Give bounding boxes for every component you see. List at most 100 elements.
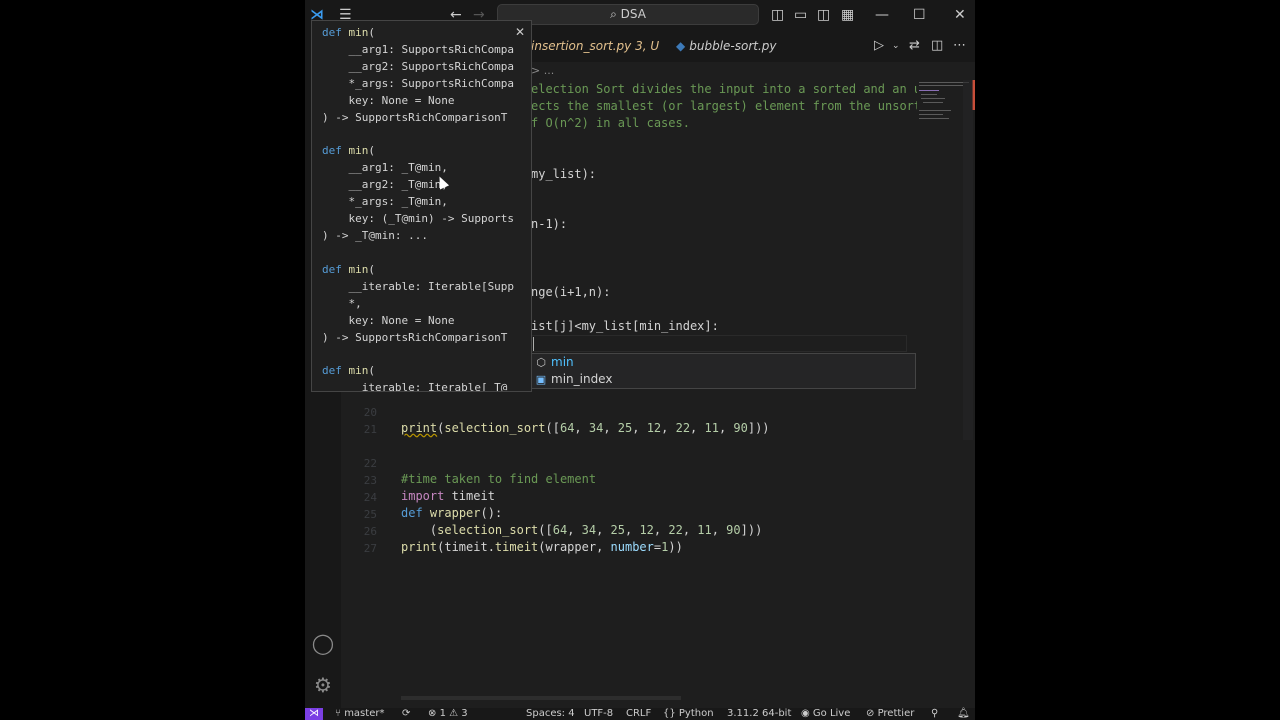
overload-line: key: None = None [322,94,455,107]
error-icon: ⊗ [428,708,440,719]
git-branch-icon: ⑂ [335,708,345,719]
horizontal-scrollbar[interactable] [401,696,681,700]
overload-line: __iterable: Iterable[Supp [322,280,515,293]
suggestion-label: min_index [551,372,613,386]
overload-line: __arg1: SupportsRichCompa [322,43,515,56]
python-file-icon: ◆ [676,39,686,53]
text-cursor [533,337,534,351]
code-line-import: import timeit [401,489,495,503]
overload-line: *_args: _T@min, [322,195,448,208]
breadcrumb[interactable]: > ... [531,64,554,77]
braces-icon: {} [663,708,679,719]
go-live-label: Go Live [812,708,851,719]
overload-line: def min( [322,364,375,377]
code-line: n-1): [531,217,568,231]
warning-count: 3 [461,708,468,719]
maximize-icon[interactable]: ☐ [913,7,926,23]
code-line-call: (selection_sort([64, 34, 25, 12, 22, 11,… [401,523,763,537]
tab-bubble-sort[interactable]: ◆ bubble-sort.py [676,30,777,62]
overload-line: __iterable: Iterable[_T@ [322,381,508,392]
broadcast-icon: ◉ [801,708,813,719]
line-number: 21 [363,423,377,436]
problems-indicator[interactable]: ⊗ 1 ⚠ 3 [428,708,468,720]
code-line: ects the smallest (or largest) element f… [531,99,929,113]
overload-line: ) -> SupportsRichComparisonT [322,331,508,344]
close-icon[interactable]: ✕ [515,25,525,39]
indentation[interactable]: Spaces: 4 [526,708,575,720]
branch-label: master* [344,708,385,719]
branch-indicator[interactable]: ⑂ master* [335,708,384,720]
overload-line: def min( [322,144,375,157]
current-line-highlight [531,335,907,352]
sidebar-right-icon[interactable]: ◫ [817,7,830,23]
sync-icon[interactable]: ⟳ [402,708,410,720]
vertical-scrollbar[interactable] [963,80,973,440]
code-line: election Sort divides the input into a s… [531,82,929,96]
line-number: 23 [363,474,377,487]
line-number: 27 [363,542,377,555]
end-of-line[interactable]: CRLF [626,708,651,720]
suggestion-label: min [551,355,574,369]
overload-line: key: (_T@min) -> Supports [322,212,515,225]
line-number: 24 [363,491,377,504]
overload-line: ) -> _T@min: ... [322,229,428,242]
autocomplete-suggestions: ⬡ min ▣ min_index [528,353,916,389]
close-window-icon[interactable]: ✕ [954,7,966,23]
minimize-icon[interactable]: — [875,7,889,23]
gear-icon[interactable]: ⚙ [310,672,336,698]
search-icon: ⌕ [610,7,621,21]
notifications-bell-icon[interactable]: 🔔︎ [957,708,970,720]
vscode-window: ⋊ ☰ ← → ⌕ DSA ◫ ▭ ◫ ▦ — ☐ ✕ ◯ ⚙ insertio… [305,0,975,720]
split-editor-icon[interactable]: ◫ [931,38,943,53]
overload-line: __arg2: SupportsRichCompa [322,60,515,73]
minimap[interactable] [917,80,975,700]
overload-line: def min( [322,263,375,276]
chevron-down-icon[interactable]: ⌄ [892,41,900,51]
encoding[interactable]: UTF-8 [584,708,613,720]
line-number: 26 [363,525,377,538]
code-line-timeit: print(timeit.timeit(wrapper, number=1)) [401,540,683,554]
customize-layout-icon[interactable]: ▦ [841,7,854,23]
overload-line: __arg1: _T@min, [322,161,448,174]
code-line-print-call: print(selection_sort([64, 34, 25, 12, 22… [401,421,770,435]
error-count: 1 [439,708,446,719]
hover-documentation-popup: ✕ def min( __arg1: SupportsRichCompa __a… [311,20,532,392]
code-line-def: def wrapper(): [401,506,503,520]
line-number: 20 [363,406,377,419]
symbol-method-icon: ⬡ [536,356,546,369]
go-live-button[interactable]: ◉ Go Live [801,708,850,720]
prettier-icon: ⊘ [866,708,878,719]
code-line: nge(i+1,n): [531,285,611,299]
search-label: DSA [620,7,646,21]
overload-line: __arg2: _T@min, [322,178,448,191]
compare-changes-icon[interactable]: ⇄ [909,38,920,53]
feedback-icon[interactable]: ⚲ [931,708,938,720]
remote-indicator-icon[interactable]: ⋊ [305,708,323,720]
sidebar-left-icon[interactable]: ◫ [771,7,784,23]
overload-line: *_args: SupportsRichCompa [322,77,515,90]
command-center-search[interactable]: ⌕ DSA [497,4,759,25]
panel-icon[interactable]: ▭ [794,7,807,23]
line-number: 25 [363,508,377,521]
code-line: ist[j]<my_list[min_index]: [531,319,719,333]
language-mode[interactable]: {} Python [663,708,714,720]
tab-insertion-sort[interactable]: insertion_sort.py 3, U [531,30,659,62]
overload-line: def min( [322,26,375,39]
python-interpreter[interactable]: 3.11.2 64-bit [727,708,791,720]
warning-icon: ⚠ [449,708,462,719]
overload-line: ) -> SupportsRichComparisonT [322,111,508,124]
language-label: Python [678,708,714,719]
code-line: f O(n^2) in all cases. [531,116,690,130]
tab-label: insertion_sort.py 3, U [531,39,660,53]
tab-label: bubble-sort.py [689,39,777,53]
more-actions-icon[interactable]: ⋯ [953,38,966,53]
suggestion-item[interactable]: ⬡ min [533,354,913,371]
prettier-button[interactable]: ⊘ Prettier [866,708,914,720]
run-icon[interactable]: ▷ [874,38,884,53]
code-line-comment: #time taken to find element [401,472,597,486]
suggestion-item[interactable]: ▣ min_index [533,371,913,388]
accounts-icon[interactable]: ◯ [310,630,336,656]
prettier-label: Prettier [877,708,915,719]
line-number: 22 [363,457,377,470]
symbol-variable-icon: ▣ [535,373,547,386]
